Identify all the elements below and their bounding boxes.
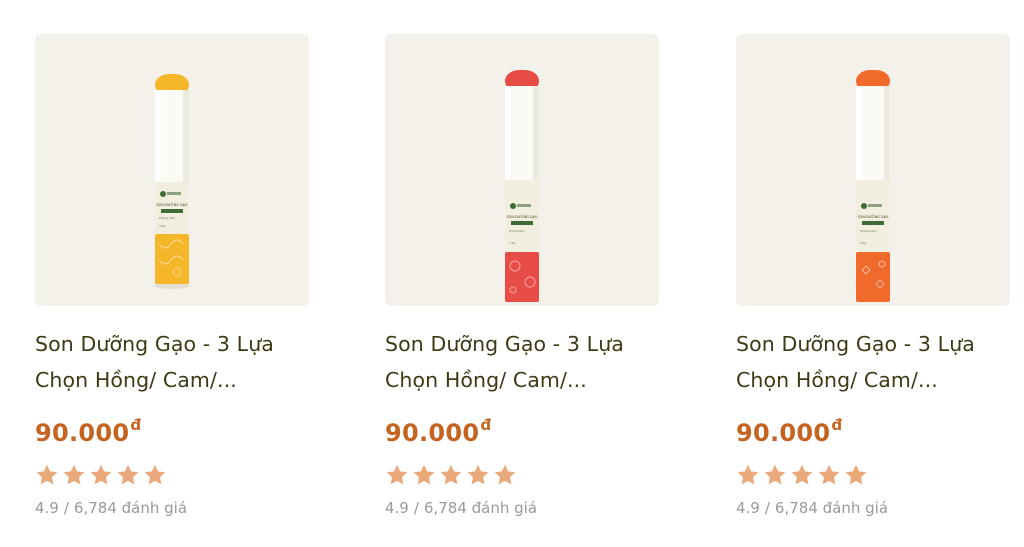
currency-symbol: đ: [831, 416, 843, 434]
rating-score: 4.9: [736, 499, 760, 517]
star-icon: [386, 464, 408, 485]
star-icon: [764, 464, 786, 485]
rating-summary: 4.9/6,784 đánh giá: [385, 497, 537, 519]
rating-score: 4.9: [385, 499, 409, 517]
label-title: SON DƯỠNG GẠO: [858, 214, 889, 219]
star-icon: [440, 464, 462, 485]
star-icon: [494, 464, 516, 485]
product-title-line1: Son Dưỡng Gạo - 3 Lựa: [385, 332, 624, 356]
star-rating: [736, 463, 868, 487]
star-rating: [35, 463, 167, 487]
star-icon: [63, 464, 85, 485]
label-title: SON DƯỠNG GẠO: [157, 202, 188, 207]
product-title-line1: Son Dưỡng Gạo - 3 Lựa: [736, 332, 975, 356]
product-title-line2: Chọn Hồng/ Cam/...: [385, 368, 587, 392]
product-title[interactable]: Son Dưỡng Gạo - 3 Lựa Chọn Hồng/ Cam/...: [736, 326, 1024, 398]
rating-separator: /: [63, 499, 69, 517]
product-price: 90.000đ: [385, 408, 491, 450]
star-icon: [144, 464, 166, 485]
label-variant: Hương Dâu: [509, 229, 525, 233]
rating-separator: /: [413, 499, 419, 517]
rating-summary: 4.9/6,784 đánh giá: [35, 497, 187, 519]
label-variant: Hương Cam: [860, 229, 877, 233]
product-price: 90.000đ: [35, 408, 141, 450]
label-weight: 3.5g: [509, 241, 515, 245]
product-card[interactable]: SON DƯỠNG GẠO Không màu 3.5g Son Dưỡng G…: [35, 34, 309, 517]
star-icon: [413, 464, 435, 485]
rating-summary: 4.9/6,784 đánh giá: [736, 497, 888, 519]
star-icon: [737, 464, 759, 485]
review-count: 6,784 đánh giá: [774, 499, 889, 517]
review-count: 6,784 đánh giá: [73, 499, 188, 517]
star-icon: [467, 464, 489, 485]
product-image[interactable]: SON DƯỠNG GẠO Hương Dâu 3.5g: [385, 34, 659, 306]
product-image[interactable]: SON DƯỠNG GẠO Hương Cam 3.5g: [736, 34, 1010, 306]
product-grid: SON DƯỠNG GẠO Không màu 3.5g Son Dưỡng G…: [0, 0, 1024, 547]
currency-symbol: đ: [130, 416, 142, 434]
label-title: SON DƯỠNG GẠO: [507, 214, 538, 219]
product-title[interactable]: Son Dưỡng Gạo - 3 Lựa Chọn Hồng/ Cam/...: [35, 326, 325, 398]
product-image[interactable]: SON DƯỠNG GẠO Không màu 3.5g: [35, 34, 309, 306]
product-card[interactable]: SON DƯỠNG GẠO Hương Dâu 3.5g Son Dưỡng G…: [385, 34, 659, 517]
label-weight: 3.5g: [159, 224, 165, 228]
lip-balm-pink-icon: SON DƯỠNG GẠO Hương Dâu 3.5g: [504, 70, 540, 302]
star-icon: [117, 464, 139, 485]
product-price: 90.000đ: [736, 408, 842, 450]
currency-symbol: đ: [480, 416, 492, 434]
star-rating: [385, 463, 517, 487]
star-icon: [818, 464, 840, 485]
star-icon: [845, 464, 867, 485]
product-card[interactable]: SON DƯỠNG GẠO Hương Cam 3.5g Son Dưỡng G…: [736, 34, 1010, 517]
label-variant: Không màu: [159, 216, 175, 220]
price-value: 90.000: [736, 419, 831, 447]
product-title-line2: Chọn Hồng/ Cam/...: [35, 368, 237, 392]
rating-separator: /: [764, 499, 770, 517]
product-title-line2: Chọn Hồng/ Cam/...: [736, 368, 938, 392]
lip-balm-orange-icon: SON DƯỠNG GẠO Hương Cam 3.5g: [855, 70, 891, 302]
product-title-line1: Son Dưỡng Gạo - 3 Lựa: [35, 332, 274, 356]
price-value: 90.000: [35, 419, 130, 447]
product-title[interactable]: Son Dưỡng Gạo - 3 Lựa Chọn Hồng/ Cam/...: [385, 326, 675, 398]
star-icon: [90, 464, 112, 485]
star-icon: [36, 464, 58, 485]
rating-score: 4.9: [35, 499, 59, 517]
price-value: 90.000: [385, 419, 480, 447]
label-weight: 3.5g: [860, 241, 866, 245]
review-count: 6,784 đánh giá: [423, 499, 538, 517]
lip-balm-yellow-icon: SON DƯỠNG GẠO Không màu 3.5g: [154, 74, 190, 289]
star-icon: [791, 464, 813, 485]
